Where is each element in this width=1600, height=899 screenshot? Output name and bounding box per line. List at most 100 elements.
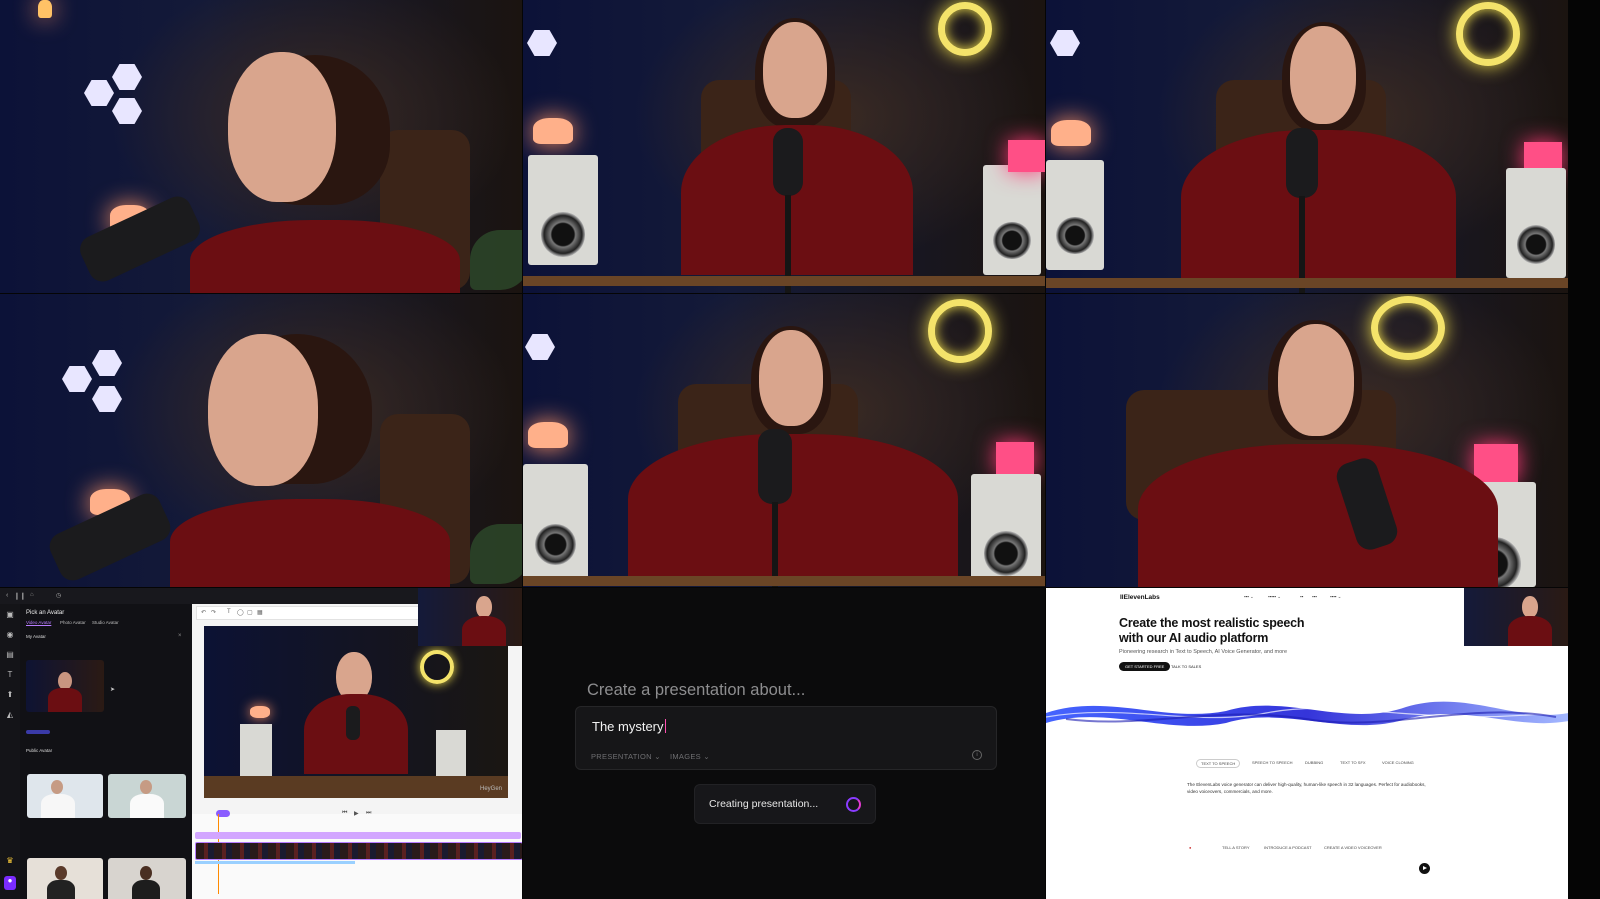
tab-text-to-speech[interactable]: TEXT TO SPEECH (1196, 759, 1241, 768)
story-option[interactable]: TELL A STORY (1222, 845, 1250, 850)
hex-light-icon (92, 350, 122, 376)
nav-link[interactable]: ▪▪▪ (1312, 594, 1317, 599)
ring-light (928, 299, 992, 363)
talk-to-sales-button[interactable]: TALK TO SALES (1171, 662, 1201, 671)
topic-input-value[interactable]: The mystery (592, 719, 666, 734)
desk (523, 576, 1045, 586)
public-avatar-thumbnail[interactable] (27, 858, 103, 899)
home-icon[interactable]: ⌂ (30, 592, 34, 598)
language-flag-icon[interactable]: ● (1189, 845, 1191, 850)
upgrade-rail-icon[interactable]: ♛ (4, 856, 16, 870)
plant (470, 230, 522, 290)
elevenlabs-logo[interactable]: IIElevenLabs (1120, 594, 1160, 601)
prev-icon[interactable]: ⏮ (342, 810, 347, 817)
public-avatar-thumbnail[interactable] (27, 774, 103, 818)
play-button-icon[interactable] (1419, 863, 1430, 874)
person-body (628, 434, 958, 579)
nav-link[interactable]: ▪▪ (1300, 594, 1303, 599)
tab-video-avatar[interactable]: Video Avatar (26, 620, 51, 625)
nav-link[interactable]: ▪▪▪▪ ⌄ (1330, 594, 1341, 600)
layout-tool-icon[interactable]: ▦ (257, 609, 263, 616)
media-rail-icon[interactable]: ◭ (4, 710, 16, 724)
video-frame-3 (1046, 0, 1568, 293)
person-body (190, 220, 460, 293)
images-dropdown[interactable]: IMAGES ⌄ (670, 752, 710, 761)
canvas-video-preview[interactable]: HeyGen (204, 626, 508, 798)
tab-studio-avatar[interactable]: Studio Avatar (92, 620, 119, 625)
hex-light-icon (84, 80, 114, 106)
sidebar-toggle-icon[interactable]: ❙❙ (14, 592, 26, 600)
prompt-heading: Create a presentation about... (587, 681, 806, 699)
speaker (528, 155, 598, 265)
speaker (1046, 160, 1104, 270)
audio-waveform (1046, 701, 1568, 726)
video-frame-2 (523, 0, 1045, 293)
salt-lamp (528, 422, 568, 448)
salt-lamp (533, 118, 573, 144)
topic-input[interactable]: The mystery PRESENTATION ⌄ IMAGES ⌄ i (575, 706, 997, 770)
plant (470, 524, 522, 584)
video-frame-4 (0, 294, 522, 587)
microphone (758, 429, 792, 504)
salt-lamp (1051, 120, 1091, 146)
text-rail-icon[interactable]: T (4, 670, 16, 684)
my-avatar-thumbnail[interactable] (26, 660, 104, 712)
desk (523, 276, 1045, 286)
speaker (523, 464, 588, 579)
presentation-dropdown[interactable]: PRESENTATION ⌄ (591, 752, 661, 761)
podcast-option[interactable]: INTRODUCE A PODCAST (1264, 845, 1312, 850)
shape-tool-icon[interactable]: ◯ (237, 609, 244, 616)
close-icon[interactable]: × (178, 633, 182, 639)
speaker (983, 165, 1041, 275)
mic-stand (772, 502, 778, 587)
panel-title: Pick an Avatar (26, 610, 65, 616)
public-avatar-thumbnail[interactable] (108, 858, 186, 899)
script-rail-icon[interactable]: ▤ (4, 650, 16, 664)
tab-voice-cloning[interactable]: VOICE CLONING (1382, 760, 1414, 765)
redo-icon[interactable]: ↷ (211, 609, 216, 616)
info-icon[interactable]: i (972, 750, 982, 760)
tab-speech-to-speech[interactable]: SPEECH TO SPEECH (1252, 760, 1293, 765)
status-text: Creating presentation... (709, 798, 819, 810)
waveform-band (1046, 701, 1568, 726)
image-tool-icon[interactable]: ▢ (247, 609, 253, 616)
webcam-overlay (1464, 588, 1568, 646)
microphone (1286, 128, 1318, 198)
text-tool-icon[interactable]: T (227, 609, 231, 615)
voiceover-option[interactable]: CREATE A VIDEO VOICEOVER (1324, 845, 1382, 850)
timeline-audio-track[interactable] (195, 832, 521, 839)
pink-light (1008, 140, 1045, 172)
tab-dubbing[interactable]: DUBBING (1305, 760, 1323, 765)
speaker (971, 474, 1041, 584)
undo-icon[interactable]: ↶ (201, 609, 206, 616)
webcam-overlay (418, 588, 522, 646)
back-icon[interactable]: ‹ (6, 592, 8, 599)
avatar-rail-icon[interactable]: ▣ (4, 610, 16, 624)
voice-rail-icon[interactable]: ◉ (4, 630, 16, 644)
nav-link[interactable]: ▪▪▪▪▪ ⌄ (1268, 594, 1281, 600)
elements-rail-icon[interactable]: ⬆ (4, 690, 16, 704)
avatar-selected-tag (26, 730, 50, 734)
timeline-video-track[interactable] (195, 842, 522, 860)
get-started-button[interactable]: GET STARTED FREE (1119, 662, 1171, 671)
next-icon[interactable]: ⏭ (366, 810, 371, 817)
tab-photo-avatar[interactable]: Photo Avatar (60, 620, 86, 625)
person-body (1138, 444, 1498, 587)
person-face (759, 330, 823, 426)
person-face (1278, 324, 1354, 436)
tab-text-to-sfx[interactable]: TEXT TO SFX (1340, 760, 1366, 765)
tts-description: The ElevenLabs voice generator can deliv… (1187, 782, 1426, 794)
timeline-caption-track[interactable] (195, 861, 355, 864)
pink-light (996, 442, 1034, 474)
nav-link[interactable]: ▪▪▪ ⌄ (1244, 594, 1254, 600)
person-face (208, 334, 318, 486)
editor-left-rail: ▣ ◉ ▤ T ⬆ ◭ ♛ ● (0, 604, 21, 899)
my-avatar-label: My Avatar (26, 634, 46, 639)
public-avatar-thumbnail[interactable] (108, 774, 186, 818)
timer-icon[interactable]: ◷ (56, 592, 61, 599)
hero-headline-line2: with our AI audio platform (1119, 631, 1269, 645)
user-avatar-icon[interactable]: ● (4, 876, 16, 890)
play-icon[interactable]: ▶ (354, 810, 359, 817)
person-face (228, 52, 336, 202)
avatar-panel: Pick an Avatar Video Avatar Photo Avatar… (20, 604, 192, 899)
